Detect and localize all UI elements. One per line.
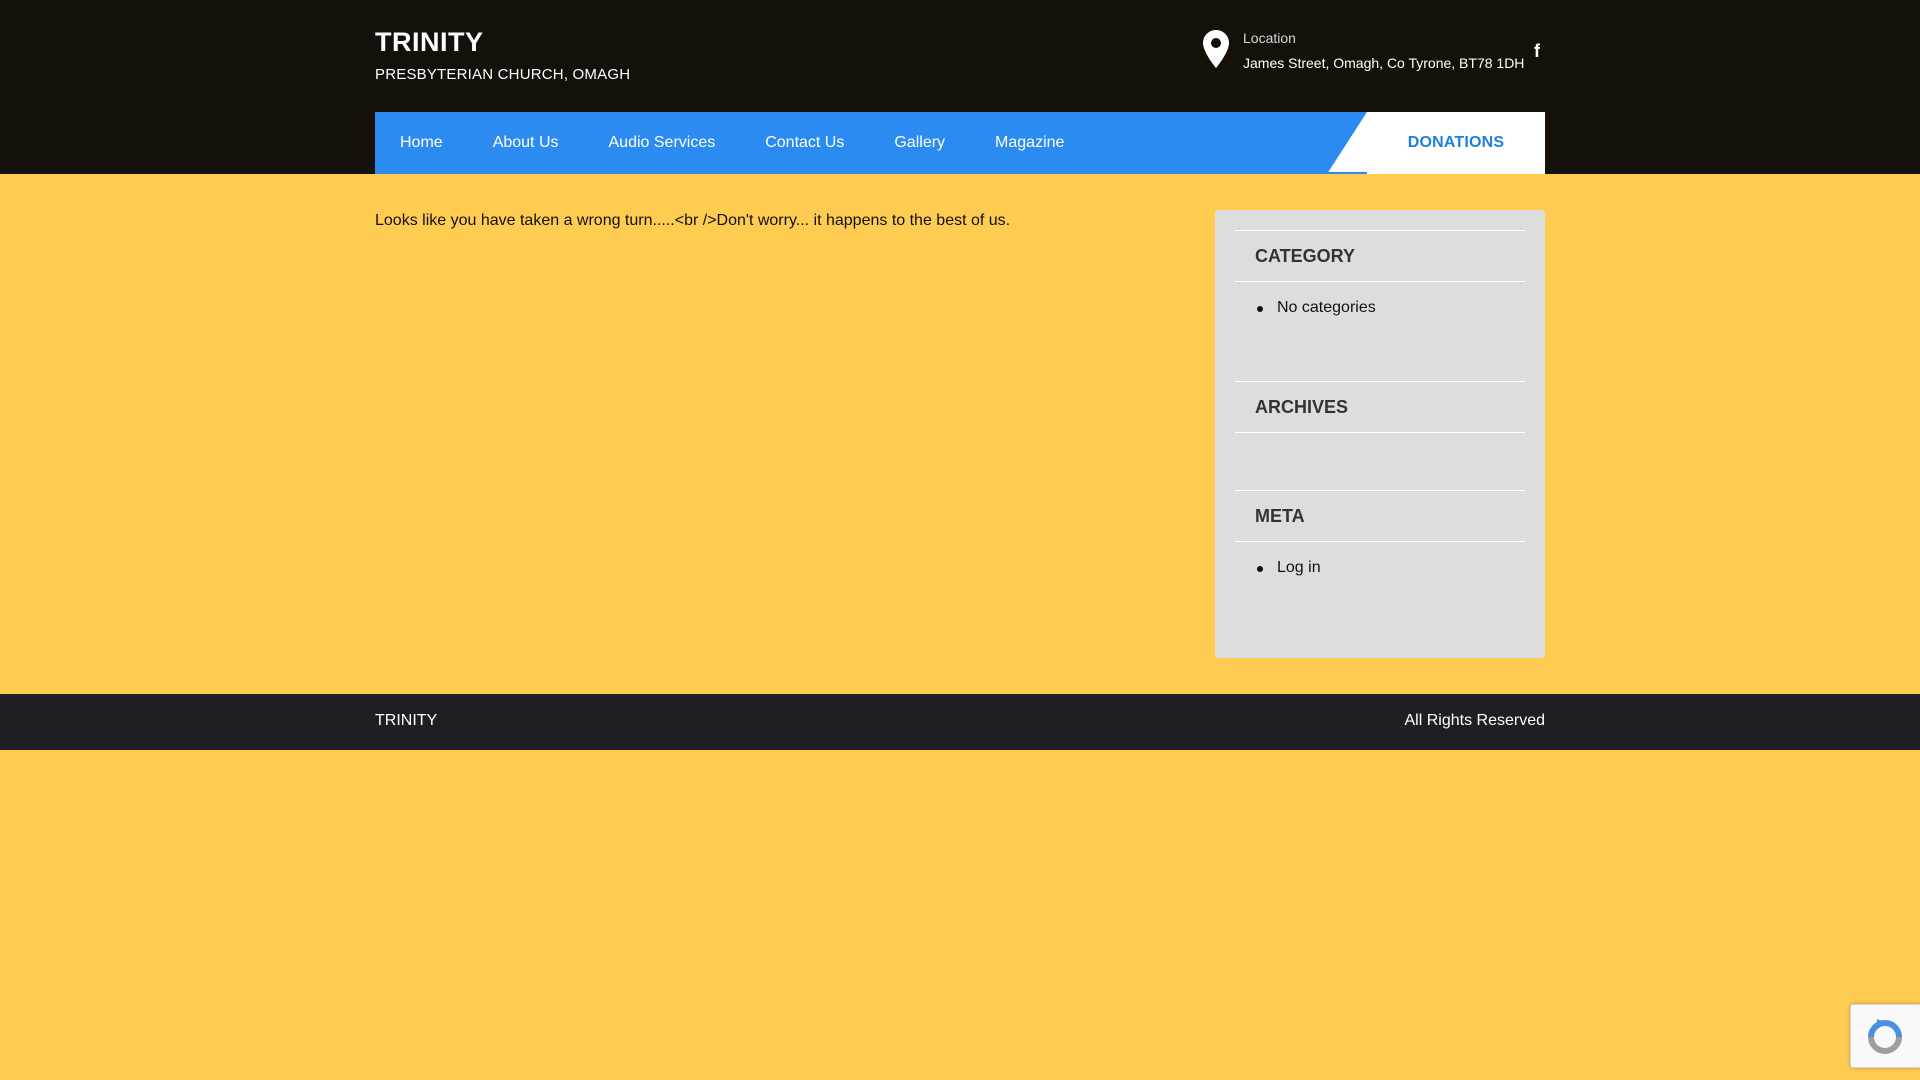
archives-widget: ARCHIVES (1235, 381, 1525, 433)
site-title[interactable]: TRINITY (375, 26, 630, 58)
site-branding[interactable]: TRINITY PRESBYTERIAN CHURCH, OMAGH (375, 26, 630, 83)
nav-item-contact-us[interactable]: Contact Us (765, 134, 844, 152)
recaptcha-badge[interactable] (1850, 1004, 1920, 1068)
meta-widget-title: META (1235, 490, 1525, 542)
meta-list: Log in (1235, 559, 1525, 577)
meta-widget: META Log in (1235, 490, 1525, 577)
site-subtitle: PRESBYTERIAN CHURCH, OMAGH (375, 66, 631, 83)
sidebar: CATEGORY No categories ARCHIVES META Log… (1215, 210, 1545, 658)
footer-copyright: All Rights Reserved (1404, 712, 1546, 729)
archives-widget-title: ARCHIVES (1235, 381, 1525, 433)
nav-item-about-us[interactable]: About Us (493, 134, 559, 152)
recaptcha-icon (1868, 1019, 1902, 1054)
nav-item-audio-services[interactable]: Audio Services (609, 134, 716, 152)
login-link[interactable]: Log in (1255, 559, 1525, 577)
facebook-icon[interactable]: f (1530, 40, 1544, 62)
category-widget-title: CATEGORY (1235, 230, 1525, 282)
nav-item-magazine[interactable]: Magazine (995, 134, 1064, 152)
not-found-message: Looks like you have taken a wrong turn..… (375, 212, 1011, 229)
donations-container: DONATIONS (1327, 112, 1545, 174)
site-footer: TRINITY All Rights Reserved (0, 694, 1920, 750)
category-list: No categories (1235, 299, 1525, 317)
category-widget: CATEGORY No categories (1235, 230, 1525, 317)
site-header: TRINITY PRESBYTERIAN CHURCH, OMAGH Locat… (0, 0, 1920, 174)
donations-button[interactable]: DONATIONS (1367, 112, 1545, 174)
map-pin-icon (1203, 30, 1229, 68)
donations-slant-decoration (1327, 112, 1367, 174)
location-info: Location James Street, Omagh, Co Tyrone,… (1202, 28, 1525, 78)
nav-item-home[interactable]: Home (400, 134, 443, 152)
footer-site-name: TRINITY (375, 712, 438, 729)
list-item: No categories (1255, 299, 1525, 317)
donations-underline (1327, 172, 1367, 174)
location-label: Location (1243, 30, 1296, 46)
main-navigation: Home About Us Audio Services Contact Us … (375, 112, 1545, 174)
nav-item-gallery[interactable]: Gallery (894, 134, 945, 152)
location-address: James Street, Omagh, Co Tyrone, BT78 1DH (1243, 55, 1525, 71)
page: TRINITY PRESBYTERIAN CHURCH, OMAGH Locat… (0, 0, 1920, 1080)
